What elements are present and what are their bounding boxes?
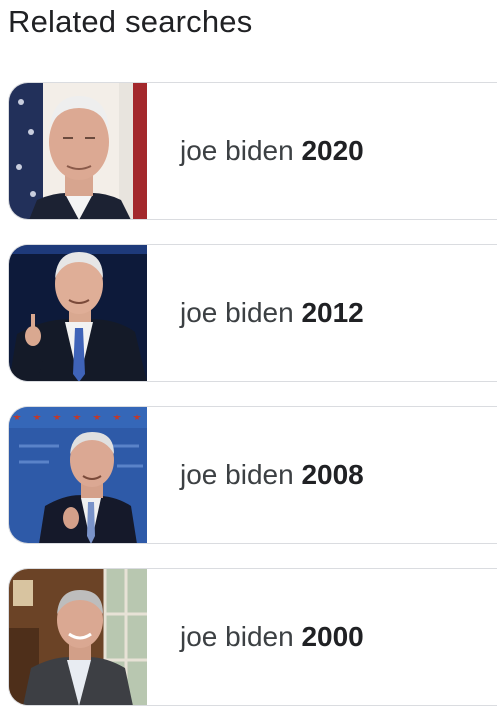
section-title: Related searches — [8, 4, 253, 39]
query-prefix: joe biden — [180, 459, 294, 490]
biden-2008-debate-photo — [9, 407, 147, 543]
related-search-thumbnail — [9, 245, 147, 381]
related-search-thumbnail — [9, 569, 147, 705]
related-search-label: joe biden 2012 — [180, 297, 364, 329]
related-search-thumbnail — [9, 407, 147, 543]
related-search-card[interactable]: joe biden 2020 — [8, 82, 497, 220]
query-bold-term: 2008 — [301, 459, 364, 490]
query-prefix: joe biden — [180, 621, 294, 652]
query-bold-term: 2012 — [301, 297, 364, 328]
biden-2020-portrait-photo — [9, 83, 147, 219]
biden-2000-office-photo — [9, 569, 147, 705]
query-prefix: joe biden — [180, 297, 294, 328]
related-search-label: joe biden 2020 — [180, 135, 364, 167]
related-search-thumbnail — [9, 83, 147, 219]
query-bold-term: 2020 — [301, 135, 364, 166]
query-prefix: joe biden — [180, 135, 294, 166]
biden-2012-debate-photo — [9, 245, 147, 381]
query-bold-term: 2000 — [301, 621, 364, 652]
related-search-card[interactable]: joe biden 2008 — [8, 406, 497, 544]
related-search-label: joe biden 2000 — [180, 621, 364, 653]
related-search-label: joe biden 2008 — [180, 459, 364, 491]
related-search-card[interactable]: joe biden 2000 — [8, 568, 497, 706]
related-search-card[interactable]: joe biden 2012 — [8, 244, 497, 382]
